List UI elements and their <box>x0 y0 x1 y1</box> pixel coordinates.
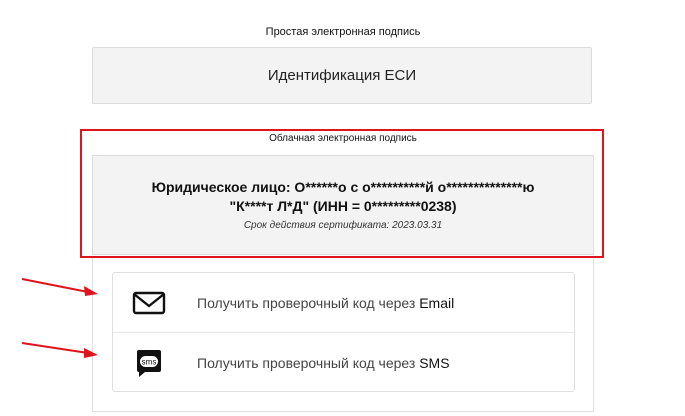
certificate-owner-line-2: "К****т Л*Д" (ИНН = 0*********0238) <box>229 198 457 214</box>
email-option-text: Получить проверочный код через Email <box>197 295 454 311</box>
email-code-option[interactable]: Получить проверочный код через Email <box>113 273 574 333</box>
sms-icon: sms <box>131 348 167 378</box>
simple-signature-label: Простая электронная подпись <box>265 26 421 38</box>
sms-channel-label: SMS <box>419 354 450 371</box>
cloud-signature-label: Облачная электронная подпись <box>269 133 417 144</box>
verification-methods-list: Получить проверочный код через Email sms… <box>112 272 575 392</box>
certificate-owner-line-1: Юридическое лицо: О******о с о**********… <box>151 179 535 195</box>
red-arrow-email <box>21 278 98 296</box>
sms-option-text: Получить проверочный код через SMS <box>197 355 450 371</box>
email-channel-label: Email <box>419 294 455 311</box>
sms-icon-text: sms <box>142 357 157 366</box>
red-arrow-sms <box>21 342 98 358</box>
sms-option-prefix: Получить проверочный код через <box>197 354 420 371</box>
esi-identification-button[interactable]: Идентификация ЕСИ <box>92 47 592 104</box>
envelope-icon <box>131 288 167 318</box>
certificate-validity: Срок действия сертификата: 2023.03.31 <box>243 220 443 231</box>
cloud-certificate-card[interactable]: Юридическое лицо: О******о с о**********… <box>92 155 594 255</box>
email-option-prefix: Получить проверочный код через <box>197 294 420 311</box>
sms-code-option[interactable]: sms Получить проверочный код через SMS <box>113 333 574 392</box>
